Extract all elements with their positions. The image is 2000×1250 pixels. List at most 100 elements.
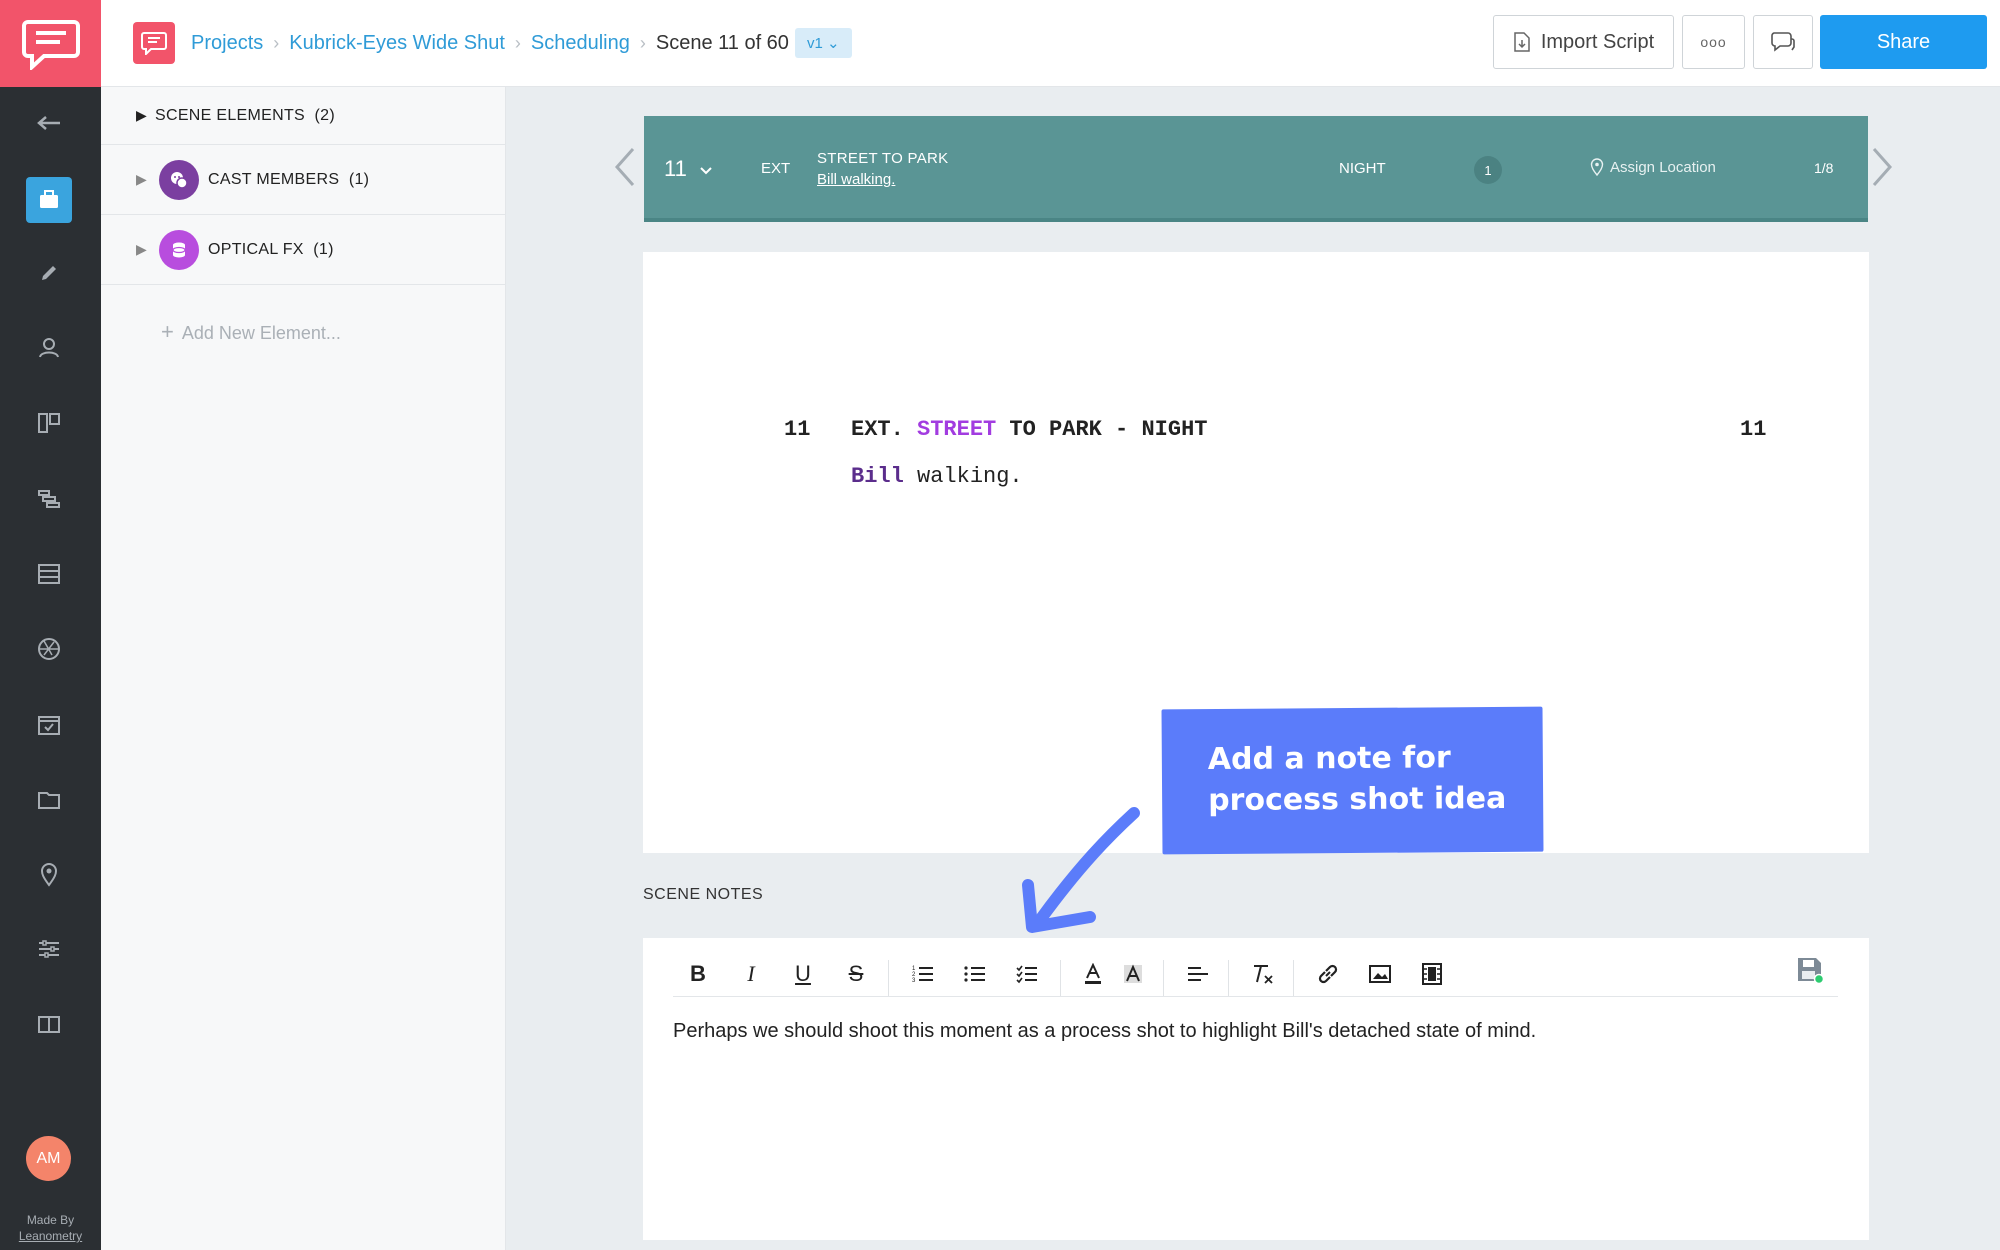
version-dropdown[interactable]: v1 ⌄ <box>794 28 852 58</box>
pencil-icon[interactable] <box>26 250 72 296</box>
optical-fx-label: OPTICAL FX (1) <box>208 241 334 258</box>
add-new-element-button[interactable]: + Add New Element... <box>161 319 341 345</box>
chat-bubble-icon <box>141 32 167 55</box>
align-left-icon <box>1188 967 1208 981</box>
text-color-button[interactable] <box>1078 958 1108 990</box>
project-logo[interactable] <box>133 22 175 64</box>
chevron-down-icon: ⌄ <box>826 35 840 52</box>
back-arrow-icon[interactable] <box>26 100 72 146</box>
element-category-cast[interactable]: ▶ CAST MEMBERS (1) <box>101 145 506 215</box>
callout-arrow-icon <box>1022 807 1140 933</box>
add-new-element-label: Add New Element... <box>181 323 341 343</box>
scene-number-left: 11 <box>784 417 811 442</box>
scene-description-link[interactable]: Bill walking. <box>817 171 895 188</box>
location-pin-icon[interactable] <box>26 851 72 897</box>
more-options-button[interactable]: ooo <box>1682 15 1745 69</box>
breadcrumb-projects[interactable]: Projects <box>191 32 263 55</box>
share-button[interactable]: Share <box>1820 15 1987 69</box>
user-avatar[interactable]: AM <box>26 1136 71 1181</box>
italic-button[interactable]: I <box>736 958 766 990</box>
insert-video-button[interactable] <box>1417 958 1447 990</box>
users-icon[interactable] <box>26 325 72 371</box>
toolbar-divider <box>888 960 889 996</box>
caret-right-icon: ▶ <box>136 241 147 257</box>
breadcrumb-project[interactable]: Kubrick-Eyes Wide Shut <box>289 32 505 55</box>
theater-masks-icon <box>159 160 199 200</box>
made-by-brand[interactable]: Leanometry <box>0 1228 101 1244</box>
toolbar-divider <box>1228 960 1229 996</box>
callout-text: Add a note for process shot idea <box>1207 740 1507 819</box>
previous-scene-arrow-icon[interactable] <box>609 145 639 189</box>
bullet-list-button[interactable] <box>960 958 990 990</box>
link-icon <box>1318 964 1338 984</box>
underline-button[interactable]: U <box>788 958 818 990</box>
chat-bubbles-icon <box>1771 32 1795 52</box>
svg-text:3: 3 <box>912 978 916 984</box>
align-button[interactable] <box>1183 958 1213 990</box>
stripboard-icon[interactable] <box>26 551 72 597</box>
top-bar: Projects › Kubrick-Eyes Wide Shut › Sche… <box>101 0 2000 87</box>
film-icon <box>1422 963 1442 985</box>
folder-icon[interactable] <box>26 776 72 822</box>
chevron-down-icon <box>700 167 712 175</box>
location-pin-icon <box>1590 158 1604 176</box>
breadcrumb-scheduling[interactable]: Scheduling <box>531 32 630 55</box>
scene-note-content[interactable]: Perhaps we should shoot this moment as a… <box>673 1020 1536 1043</box>
chevron-right-icon: › <box>514 32 521 53</box>
insert-link-button[interactable] <box>1313 958 1343 990</box>
ordered-list-icon: 123 <box>912 966 933 984</box>
scene-action: Bill walking. <box>851 464 1023 489</box>
app-sidebar: AM Made By Leanometry <box>0 0 101 1250</box>
text-color-icon <box>1085 963 1101 984</box>
image-icon <box>1369 965 1391 983</box>
scene-header-bar: 11 EXT STREET TO PARK Bill walking. NIGH… <box>644 116 1868 222</box>
insert-image-button[interactable] <box>1365 958 1395 990</box>
comments-button[interactable] <box>1753 15 1813 69</box>
toolbar-divider <box>1293 960 1294 996</box>
bold-button[interactable]: B <box>683 958 713 990</box>
ordered-list-button[interactable]: 123 <box>908 958 938 990</box>
assign-location-button[interactable]: Assign Location <box>1590 158 1716 176</box>
scene-elements-header[interactable]: ▶ SCENE ELEMENTS (2) <box>101 87 506 145</box>
chat-bubble-logo-icon <box>21 19 80 70</box>
clear-formatting-button[interactable] <box>1248 958 1278 990</box>
save-icon[interactable] <box>1796 956 1824 984</box>
highlighted-location[interactable]: STREET <box>917 417 996 442</box>
caret-right-icon: ▶ <box>136 107 147 123</box>
highlighted-cast-member[interactable]: Bill <box>851 464 904 489</box>
film-can-icon <box>159 230 199 270</box>
toolbar-divider <box>1163 960 1164 996</box>
scene-notes-editor: B I U S 123 Perhaps we should shoot this… <box>643 938 1869 1240</box>
clear-formatting-icon <box>1254 965 1273 984</box>
scene-title: STREET TO PARK <box>817 150 949 167</box>
projects-briefcase-icon[interactable] <box>26 177 72 223</box>
scene-number: 11 <box>664 156 687 181</box>
version-label: v1 <box>806 35 823 52</box>
scene-number-right: 11 <box>1740 417 1767 442</box>
scene-elements-label: SCENE ELEMENTS (2) <box>155 107 335 124</box>
next-scene-arrow-icon[interactable] <box>1868 145 1898 189</box>
made-by-credit[interactable]: Made By Leanometry <box>0 1212 101 1244</box>
made-by-label: Made By <box>26 1213 75 1227</box>
schedule-bars-icon[interactable] <box>26 476 72 522</box>
scene-heading: EXT. STREET TO PARK - NIGHT <box>851 417 1208 442</box>
import-script-button[interactable]: Import Script <box>1493 15 1674 69</box>
highlight-color-button[interactable] <box>1118 958 1148 990</box>
bullet-list-icon <box>964 966 985 982</box>
strikethrough-button[interactable]: S <box>841 958 871 990</box>
int-ext-label: EXT <box>761 160 791 177</box>
scene-number-dropdown[interactable]: 11 <box>664 156 713 182</box>
app-logo[interactable] <box>0 0 101 87</box>
breadcrumb-current: Scene 11 of 60 <box>655 31 789 54</box>
storyboard-icon[interactable] <box>26 400 72 446</box>
book-icon[interactable] <box>26 1001 72 1047</box>
element-category-optical-fx[interactable]: ▶ OPTICAL FX (1) <box>101 215 506 285</box>
calendar-icon[interactable] <box>26 701 72 747</box>
sliders-icon[interactable] <box>26 926 72 972</box>
page-eighths: 1/8 <box>1814 160 1834 176</box>
checklist-button[interactable] <box>1012 958 1042 990</box>
annotation-callout: Add a note for process shot idea <box>1161 706 1544 855</box>
chevron-right-icon: › <box>273 32 280 53</box>
aperture-icon[interactable] <box>26 626 72 672</box>
checklist-icon <box>1016 965 1037 984</box>
